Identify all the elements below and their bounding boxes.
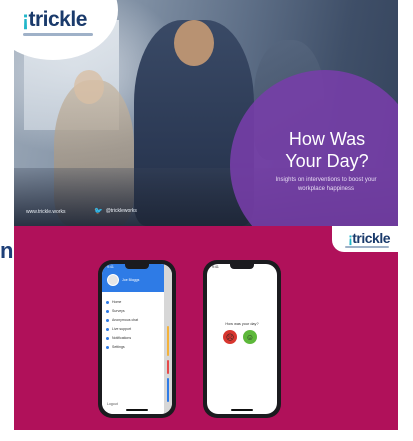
content-strip: [167, 378, 169, 402]
support-icon: [106, 327, 109, 331]
background-person-head: [74, 70, 104, 104]
content-strip: [167, 326, 169, 356]
mood-question: How was your day?: [225, 322, 259, 326]
status-time: 9:41: [212, 265, 219, 269]
logo-tagline: [345, 246, 389, 248]
survey-icon: [106, 309, 109, 313]
website-link[interactable]: www.trickle.works: [26, 209, 65, 215]
phone-screen: 9:41 Joe Bloggs Home Surveys Anonymous c…: [102, 264, 172, 414]
social-handle: @trickleworks: [105, 208, 137, 214]
hero-banner: ¡trickle How Was Your Day? Insights on i…: [14, 0, 398, 226]
phone-screen: 9:41 How was your day? ☹ ☺: [207, 264, 277, 414]
phone-notch: [125, 264, 149, 269]
cropped-letter: n: [0, 238, 14, 263]
trickle-logo[interactable]: ¡trickle: [22, 8, 87, 32]
user-name: Joe Bloggs: [122, 278, 140, 282]
home-indicator: [231, 409, 253, 411]
bell-icon: [106, 336, 109, 340]
menu-item-surveys[interactable]: Surveys: [106, 309, 125, 313]
menu-item-home[interactable]: Home: [106, 300, 121, 304]
twitter-icon: 🐦: [94, 208, 103, 215]
foreground-person-head: [174, 20, 214, 66]
menu-item-chat[interactable]: Anonymous chat: [106, 318, 138, 322]
happy-face-icon[interactable]: ☺: [243, 330, 257, 344]
subheadline: Insights on interventions to boost your …: [275, 177, 377, 192]
phone-notch: [230, 264, 254, 269]
avatar[interactable]: [107, 274, 119, 286]
home-icon: [106, 300, 109, 304]
menu-item-notifications[interactable]: Notifications: [106, 336, 131, 340]
chat-icon: [106, 318, 109, 322]
sad-face-icon[interactable]: ☹: [223, 330, 237, 344]
phone-mockup-mood: 9:41 How was your day? ☹ ☺: [203, 260, 281, 418]
logout-link[interactable]: Logout: [107, 402, 118, 406]
home-indicator: [126, 409, 148, 411]
headline: How Was Your Day?: [285, 129, 369, 171]
menu-item-support[interactable]: Live support: [106, 327, 131, 331]
content-strip: [167, 360, 169, 374]
app-content-behind: [164, 264, 172, 414]
phone-mockup-menu: 9:41 Joe Bloggs Home Surveys Anonymous c…: [98, 260, 176, 418]
social-link[interactable]: 🐦 @trickleworks: [94, 207, 137, 215]
trickle-logo[interactable]: ¡trickle: [348, 230, 390, 246]
menu-item-settings[interactable]: Settings: [106, 345, 125, 349]
status-time: 9:41: [107, 265, 114, 269]
logo-tagline: [23, 33, 93, 36]
drawer-menu: Home Surveys Anonymous chat Live support…: [102, 292, 164, 414]
gear-icon: [106, 345, 109, 349]
